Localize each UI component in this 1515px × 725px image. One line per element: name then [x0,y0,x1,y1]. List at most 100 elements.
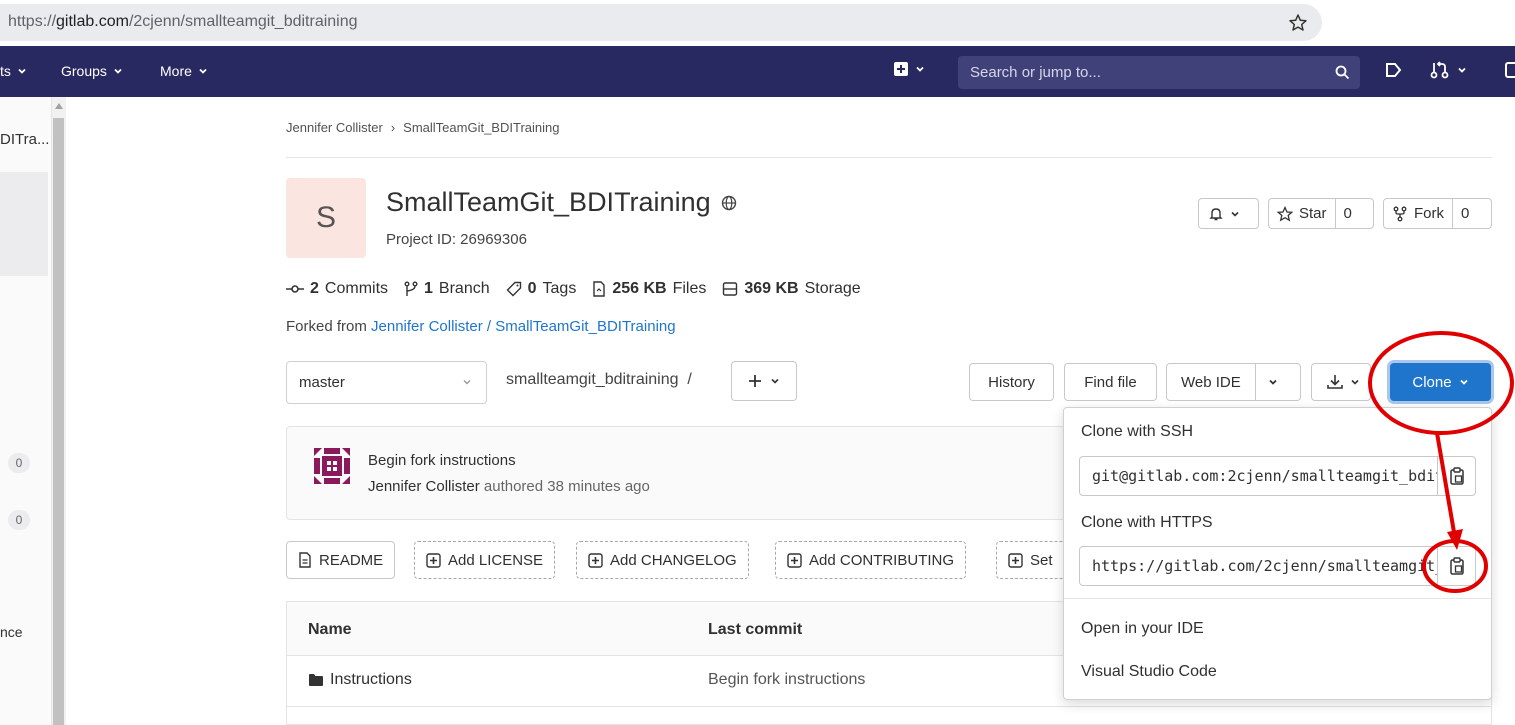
clone-https-header: Clone with HTTPS [1081,514,1213,531]
open-in-ide-header: Open in your IDE [1081,620,1204,637]
commit-meta: Jennifer Collister authored 38 minutes a… [368,478,650,495]
breadcrumb-separator: › [390,120,396,135]
branch-icon [404,281,418,296]
fork-icon [1393,206,1407,221]
forked-from-link[interactable]: Jennifer Collister / SmallTeamGit_BDITra… [371,318,676,335]
project-avatar: S [286,178,366,258]
bookmark-star-icon[interactable] [1288,13,1308,33]
breadcrumb-project[interactable]: SmallTeamGit_BDITraining [403,120,559,135]
branch-name: master [299,374,345,391]
stat-commits[interactable]: 2 Commits [286,280,388,298]
add-license-button[interactable]: Add LICENSE [414,541,556,579]
add-changelog-button[interactable]: Add CHANGELOG [576,541,749,579]
merge-requests-dropdown[interactable] [1429,60,1467,80]
clone-button[interactable]: Clone [1390,363,1491,401]
https-url-field[interactable]: https://gitlab.com/2cjenn/smallteamgit_b… [1079,546,1438,586]
breadcrumb-owner[interactable]: Jennifer Collister [286,120,383,135]
download-icon [1327,375,1343,389]
nav-groups-menu[interactable]: Groups [61,63,123,79]
plus-square-icon [1008,552,1023,568]
repo-path-link[interactable]: smallteamgit_bditraining [506,371,679,388]
project-id: Project ID: 26969306 [386,231,527,248]
branch-selector[interactable]: master [286,361,487,404]
clipboard-icon [1449,557,1464,575]
clone-label: Clone [1412,373,1452,391]
readme-button[interactable]: README [286,541,396,579]
find-file-button[interactable]: Find file [1064,363,1157,401]
forked-from: Forked from Jennifer Collister / SmallTe… [286,318,676,335]
fork-label: Fork [1414,205,1444,222]
new-item-dropdown[interactable] [893,61,925,77]
plus-square-icon [426,552,441,568]
file-icon [593,281,606,297]
plus-square-icon [787,552,802,568]
commit-title[interactable]: Begin fork instructions [368,452,516,469]
open-in-vscode-item[interactable]: Visual Studio Code [1081,663,1217,681]
search-placeholder: Search or jump to... [970,64,1101,81]
stat-storage[interactable]: 369 KB Storage [722,280,861,298]
url-text: https://gitlab.com/2cjenn/smallteamgit_b… [8,13,358,30]
storage-icon [723,282,738,296]
history-button[interactable]: History [969,363,1054,401]
dropdown-divider [1064,598,1491,599]
ssh-url-field[interactable]: git@gitlab.com:2cjenn/smallteamgit_bditr… [1079,456,1438,496]
repo-path: smallteamgit_bditraining / [506,371,692,388]
fork-button[interactable]: Fork 0 [1383,198,1492,229]
author-avatar[interactable] [311,445,353,487]
sidebar-active-item[interactable] [0,172,48,276]
star-label: Star [1299,205,1327,222]
column-header-name: Name [308,621,352,638]
tag-icon [506,281,521,297]
plus-square-icon [894,62,908,76]
scroll-up-arrow-icon[interactable] [55,103,63,109]
star-count[interactable]: 0 [1334,199,1360,228]
notification-button[interactable] [1198,198,1259,229]
sidebar-item-label[interactable]: nce [0,624,23,640]
add-contributing-button[interactable]: Add CONTRIBUTING [775,541,967,579]
chevron-down-icon [1231,211,1239,217]
issues-icon[interactable] [1384,60,1404,80]
chevron-down-icon [1459,379,1468,385]
project-title: SmallTeamGit_BDITraining [386,187,711,217]
search-input[interactable]: Search or jump to... [958,56,1360,89]
search-icon [1335,65,1350,80]
web-ide-button[interactable]: Web IDE [1167,364,1256,400]
nav-projects-menu[interactable]: ts [0,63,27,79]
web-ide-dropdown[interactable] [1256,364,1290,400]
star-icon [1277,205,1293,222]
plus-icon [749,375,761,387]
download-button[interactable] [1311,363,1371,401]
browser-toolbar: https://gitlab.com/2cjenn/smallteamgit_b… [0,0,1515,46]
public-globe-icon [721,195,736,210]
add-to-tree-button[interactable] [731,361,797,401]
stat-tags[interactable]: 0 Tags [506,280,576,298]
stat-branches[interactable]: 1 Branch [404,280,490,298]
star-button[interactable]: Star 0 [1268,198,1374,229]
table-row-name[interactable]: Instructions [308,671,412,689]
bell-icon [1209,207,1223,220]
stat-files[interactable]: 256 KB Files [592,280,706,298]
column-header-last-commit: Last commit [708,621,803,638]
chevron-down-icon [463,380,471,385]
sidebar-scrollbar-thumb[interactable] [53,118,64,725]
commit-author[interactable]: Jennifer Collister [368,478,480,495]
project-title-row: SmallTeamGit_BDITraining [386,187,737,218]
sidebar-count-badge: 0 [8,453,30,473]
copy-ssh-url-button[interactable] [1437,456,1476,496]
top-navigation: ts Groups More Search or jump to... [0,46,1515,97]
fork-count[interactable]: 0 [1452,199,1477,228]
copy-https-url-button[interactable] [1437,546,1476,586]
commit-icon [286,285,304,293]
address-bar[interactable]: https://gitlab.com/2cjenn/smallteamgit_b… [0,4,1322,41]
merge-request-icon [1430,61,1449,79]
web-ide-button-group[interactable]: Web IDE [1166,363,1301,401]
clipboard-icon [1449,467,1464,485]
chevron-down-icon [1269,379,1277,385]
chevron-down-icon [771,378,779,384]
file-text-icon [299,552,311,568]
project-stats: 2 Commits 1 Branch 0 Tags 256 KB Files 369 K… [286,280,861,298]
sidebar-project-name[interactable]: DITra... [0,131,49,148]
todo-icon[interactable] [1505,61,1515,79]
table-row-last-commit[interactable]: Begin fork instructions [708,671,865,689]
nav-more-menu[interactable]: More [160,63,208,79]
